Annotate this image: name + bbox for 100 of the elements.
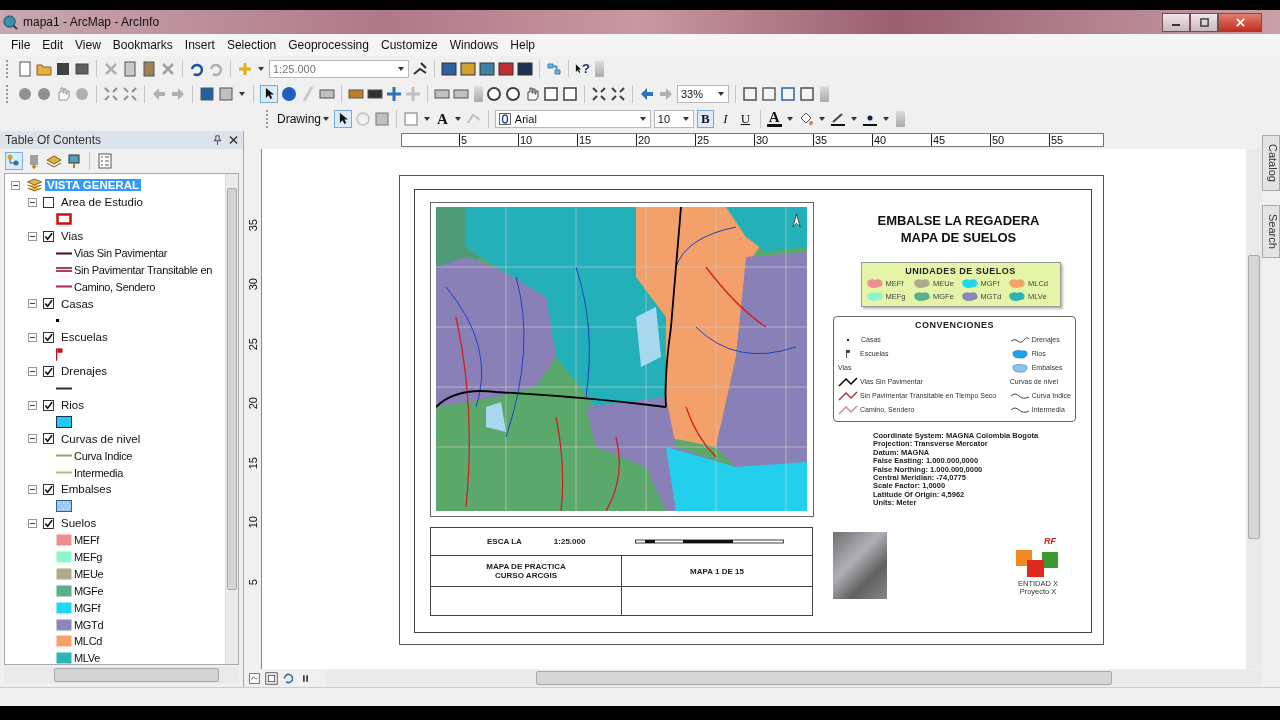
collapse-toggle[interactable] xyxy=(28,366,37,376)
menu-item[interactable]: Insert xyxy=(178,38,221,52)
list-by-drawing-order-icon[interactable] xyxy=(6,153,22,169)
legend-label: MLVe xyxy=(74,652,101,664)
layer-checkbox[interactable] xyxy=(43,298,54,310)
layer-checkbox[interactable] xyxy=(43,230,54,242)
font-color-button[interactable]: A xyxy=(766,110,782,127)
text-style-button[interactable]: B xyxy=(696,109,714,128)
layer-name[interactable]: Escuelas xyxy=(61,331,108,344)
pointer-icon xyxy=(338,112,348,125)
scrollbar[interactable] xyxy=(225,174,238,664)
legend-title: CONVENCIONES xyxy=(914,320,995,330)
menu-item[interactable]: Windows xyxy=(443,38,505,52)
layer-checkbox[interactable] xyxy=(43,483,54,495)
select-elements-button[interactable] xyxy=(260,84,278,103)
menu-item[interactable]: File xyxy=(5,38,37,52)
layer-name[interactable]: Rios xyxy=(61,399,84,411)
data-view-icon[interactable] xyxy=(248,671,261,685)
menu-item[interactable]: View xyxy=(69,38,107,52)
collapse-toggle[interactable] xyxy=(28,299,37,309)
scrollbar[interactable] xyxy=(1246,149,1262,669)
menu-item[interactable]: Selection xyxy=(220,38,283,52)
ruler-label: 55 xyxy=(1049,134,1108,146)
pointer-icon xyxy=(575,63,582,74)
ruler-label: 50 xyxy=(990,134,1049,146)
maximize-button[interactable] xyxy=(1190,12,1218,32)
collapse-toggle[interactable] xyxy=(28,332,37,342)
font-size-field[interactable]: 10 xyxy=(653,109,694,128)
ruler-label: 20 xyxy=(246,397,259,410)
map-title: EMBALSE LA REGADERA MAPA DE SUELOS xyxy=(877,212,1040,246)
side-panel-tab[interactable]: Catalog xyxy=(1262,135,1280,191)
ruler-label: 15 xyxy=(246,456,259,469)
text-tool-button[interactable]: A xyxy=(435,110,450,127)
ruler-label: 10 xyxy=(518,134,577,146)
layer-checkbox[interactable] xyxy=(43,399,54,411)
refresh-icon[interactable] xyxy=(282,671,295,685)
drawing-menu[interactable]: Drawing xyxy=(277,111,331,126)
layer-name[interactable]: Area de Estudio xyxy=(61,196,143,209)
ruler-label: 35 xyxy=(246,218,259,231)
pan-page-icon[interactable] xyxy=(524,85,540,102)
font-field[interactable]: Arial xyxy=(494,109,651,128)
close-button[interactable] xyxy=(1218,12,1262,32)
layer-checkbox[interactable] xyxy=(43,196,54,208)
whats-this-button[interactable]: ? xyxy=(575,61,590,76)
menu-item[interactable]: Help xyxy=(504,38,542,52)
layout-view-icon[interactable] xyxy=(265,671,278,685)
ruler-label: 25 xyxy=(695,134,754,146)
layer-checkbox[interactable] xyxy=(43,517,54,529)
contour-line-symbol xyxy=(1009,404,1030,415)
layer-checkbox[interactable] xyxy=(43,433,54,445)
contour-line-symbol xyxy=(1009,390,1030,401)
legend-label: Curva Indice xyxy=(74,449,133,462)
legend-label: MGTd xyxy=(74,618,104,631)
layer-name[interactable]: Vias xyxy=(61,230,84,243)
ruler-label: 45 xyxy=(931,134,990,146)
scale-field[interactable]: 1:25.000 xyxy=(269,59,409,78)
collapse-toggle[interactable] xyxy=(28,434,37,444)
pin-icon[interactable] xyxy=(213,135,222,145)
zoom-percent-field[interactable]: 33% xyxy=(677,84,729,103)
layer-name[interactable]: Embalses xyxy=(61,483,112,496)
layer-checkbox[interactable] xyxy=(43,331,54,343)
legend-label: MGFe xyxy=(74,584,104,597)
layer-name[interactable]: Drenajes xyxy=(61,365,108,378)
layer-name[interactable]: Curvas de nivel xyxy=(61,432,141,445)
menu-item[interactable]: Customize xyxy=(374,38,444,52)
collapse-toggle[interactable] xyxy=(28,484,37,494)
options-list-icon[interactable] xyxy=(97,153,113,169)
text-style-button[interactable]: I xyxy=(716,109,734,128)
ruler-label: 35 xyxy=(813,134,872,146)
collapse-toggle[interactable] xyxy=(28,400,37,410)
minimize-button[interactable] xyxy=(1162,12,1190,32)
menu-item[interactable]: Edit xyxy=(36,38,70,52)
legend-label: Vias Sin Pavimentar xyxy=(74,247,168,259)
layers-icon[interactable] xyxy=(46,153,62,169)
new-document-icon[interactable] xyxy=(17,60,33,77)
close-icon xyxy=(1235,17,1245,27)
layer-checkbox[interactable] xyxy=(43,365,54,377)
layer-name[interactable]: Casas xyxy=(61,297,94,310)
close-icon[interactable] xyxy=(229,135,238,145)
menu-item[interactable]: Bookmarks xyxy=(106,38,179,52)
line-color-icon[interactable] xyxy=(829,110,846,127)
legend-label: MEUe xyxy=(74,567,104,580)
north-arrow-icon xyxy=(792,213,801,228)
font-icon xyxy=(498,112,511,125)
collapse-toggle[interactable] xyxy=(28,518,37,528)
text-style-button[interactable]: U xyxy=(736,109,754,128)
select-elements-button[interactable] xyxy=(334,109,352,128)
side-panel-tab[interactable]: Search xyxy=(1262,204,1280,258)
legend-label: Intermedia xyxy=(74,466,123,479)
scrollbar[interactable] xyxy=(4,667,239,683)
scrollbar[interactable] xyxy=(326,670,1262,686)
window-title: mapa1 - ArcMap - ArcInfo xyxy=(23,15,160,29)
collapse-toggle[interactable] xyxy=(28,197,37,207)
legend-label: Camino, Sendero xyxy=(74,280,156,293)
menu-item[interactable]: Geoprocessing xyxy=(282,38,375,52)
layers-icon xyxy=(26,178,43,193)
ruler-label: 15 xyxy=(577,134,636,146)
layer-name[interactable]: Suelos xyxy=(61,517,97,530)
collapse-toggle[interactable] xyxy=(11,180,20,190)
collapse-toggle[interactable] xyxy=(28,231,37,241)
